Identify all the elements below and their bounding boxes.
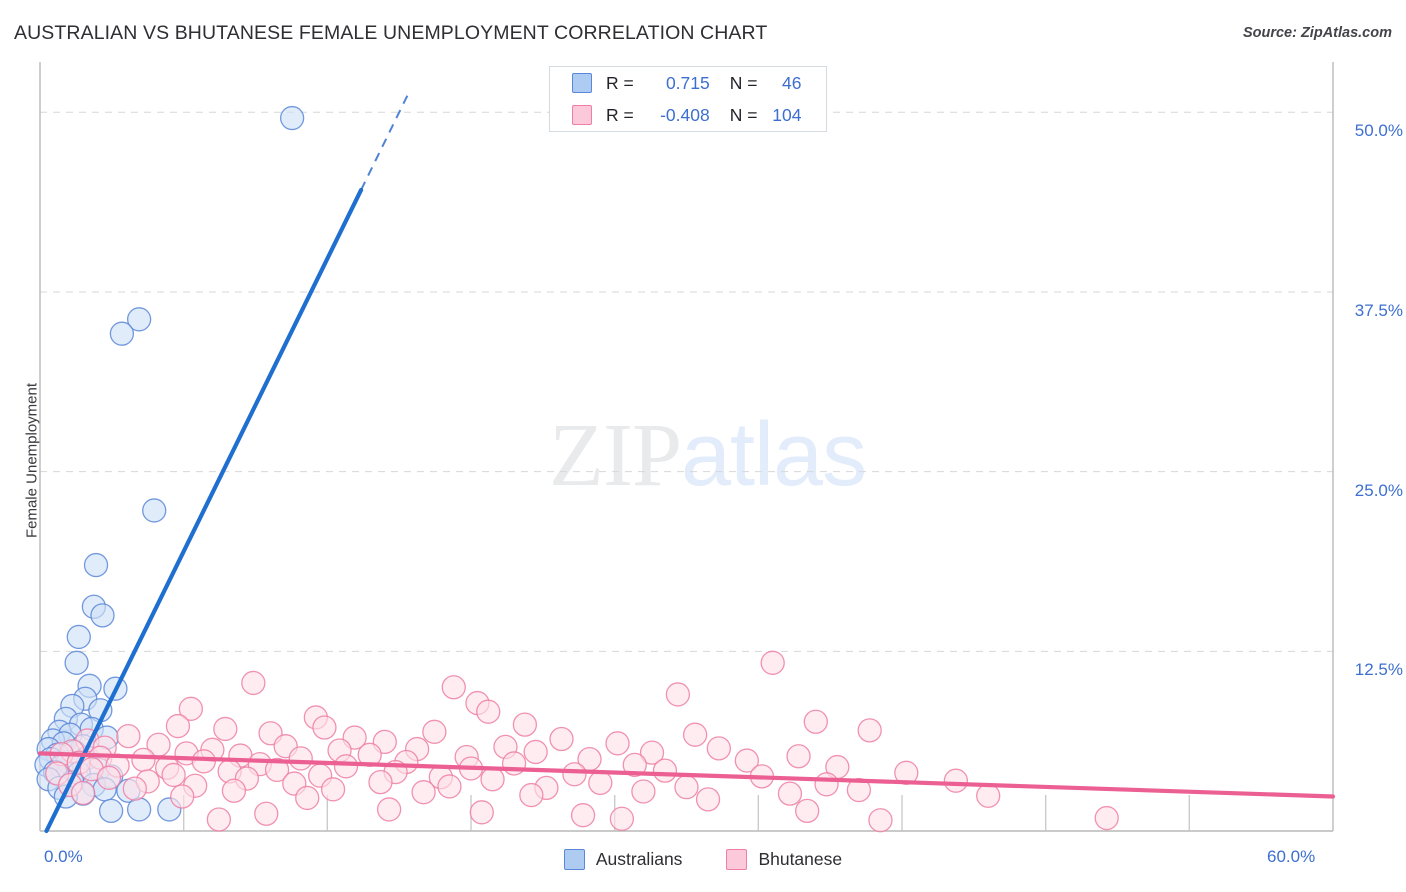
data-point[interactable]	[122, 776, 147, 801]
stats-n-value-australians: 46	[782, 72, 802, 93]
y-axis-tick-label-3: 50.0%	[1354, 121, 1403, 141]
data-point[interactable]	[254, 801, 279, 826]
data-point[interactable]	[786, 744, 811, 769]
data-point[interactable]	[803, 709, 828, 734]
stats-swatch-australians	[572, 73, 592, 93]
data-point[interactable]	[411, 780, 436, 805]
data-point[interactable]	[476, 699, 501, 724]
y-axis-tick-label-0: 12.5%	[1354, 660, 1403, 680]
data-point[interactable]	[312, 715, 337, 740]
data-point[interactable]	[126, 797, 152, 822]
data-point[interactable]	[376, 797, 402, 822]
data-point[interactable]	[221, 778, 247, 803]
data-point[interactable]	[469, 800, 494, 825]
data-point[interactable]	[549, 726, 574, 752]
data-point[interactable]	[1094, 805, 1119, 831]
stats-n-label-australians: N =	[729, 72, 758, 93]
y-axis-tick-label-2: 37.5%	[1354, 300, 1403, 320]
data-point[interactable]	[368, 769, 393, 795]
correlation-stats-box: R = 0.715 N = 46 R = -0.408 N = 104	[549, 66, 827, 132]
data-point[interactable]	[777, 781, 803, 806]
series-australians	[34, 105, 305, 824]
data-point[interactable]	[519, 782, 544, 808]
data-point[interactable]	[83, 552, 109, 578]
data-point[interactable]	[142, 498, 167, 523]
data-point[interactable]	[570, 803, 596, 828]
stats-row-bhutanese: R = -0.408 N = 104	[550, 99, 826, 131]
data-point[interactable]	[288, 746, 313, 771]
data-point[interactable]	[631, 779, 656, 804]
data-point[interactable]	[213, 716, 238, 742]
data-point[interactable]	[523, 739, 548, 765]
data-point[interactable]	[868, 808, 893, 833]
y-axis-tick-label-1: 25.0%	[1354, 480, 1403, 500]
data-point[interactable]	[512, 712, 538, 737]
data-point[interactable]	[695, 787, 721, 812]
data-point[interactable]	[480, 767, 505, 792]
data-point[interactable]	[206, 807, 232, 832]
data-point[interactable]	[422, 719, 447, 744]
data-point[interactable]	[131, 747, 156, 772]
data-point[interactable]	[333, 754, 359, 779]
data-point[interactable]	[814, 772, 839, 797]
trendline-extension	[360, 90, 411, 191]
data-point[interactable]	[98, 798, 124, 824]
data-point[interactable]	[760, 650, 785, 675]
data-point[interactable]	[652, 758, 678, 783]
data-point[interactable]	[605, 731, 630, 756]
data-point[interactable]	[320, 777, 346, 802]
stats-r-label-bhutanese: R =	[606, 104, 634, 125]
data-point[interactable]	[857, 718, 882, 743]
legend-swatch-australians	[563, 849, 585, 870]
legend-item-australians[interactable]: Australians	[563, 849, 683, 870]
data-point[interactable]	[70, 780, 96, 806]
data-point[interactable]	[90, 603, 115, 628]
data-point[interactable]	[191, 749, 216, 774]
data-point[interactable]	[437, 774, 462, 799]
stats-r-value-bhutanese: -0.408	[660, 104, 710, 125]
data-point[interactable]	[116, 723, 141, 749]
stats-row-australians: R = 0.715 N = 46	[550, 67, 826, 99]
stats-r-value-australians: 0.715	[665, 72, 710, 93]
legend-label-australians: Australians	[595, 849, 683, 869]
data-point[interactable]	[64, 650, 89, 675]
data-point[interactable]	[609, 806, 634, 831]
data-point[interactable]	[109, 321, 135, 346]
data-point[interactable]	[665, 682, 691, 707]
data-point[interactable]	[165, 713, 191, 739]
data-point[interactable]	[674, 775, 699, 800]
data-point[interactable]	[706, 736, 731, 761]
series-bhutanese	[45, 650, 1119, 833]
data-point[interactable]	[795, 798, 820, 824]
legend-item-bhutanese[interactable]: Bhutanese	[726, 849, 842, 870]
data-point[interactable]	[943, 768, 969, 793]
stats-r-label-australians: R =	[606, 72, 634, 93]
trendline-australians	[44, 187, 364, 834]
correlation-chart: AUSTRALIAN VS BHUTANESE FEMALE UNEMPLOYM…	[0, 0, 1406, 892]
data-point[interactable]	[295, 785, 320, 811]
data-point[interactable]	[562, 762, 587, 787]
scatter-plot-area	[34, 62, 1336, 834]
data-point[interactable]	[976, 783, 1001, 808]
stats-n-label-bhutanese: N =	[729, 104, 758, 125]
data-point[interactable]	[170, 784, 195, 809]
data-point[interactable]	[588, 770, 613, 795]
data-point[interactable]	[66, 624, 91, 650]
data-point[interactable]	[161, 762, 186, 788]
data-point[interactable]	[279, 105, 305, 131]
legend-swatch-bhutanese	[726, 849, 748, 870]
stats-swatch-bhutanese	[572, 105, 592, 125]
chart-legend: Australians Bhutanese	[0, 849, 1406, 870]
legend-label-bhutanese: Bhutanese	[758, 849, 843, 869]
data-point[interactable]	[96, 765, 122, 790]
data-point[interactable]	[441, 675, 466, 700]
data-point[interactable]	[682, 722, 708, 747]
data-point[interactable]	[241, 670, 266, 696]
stats-n-value-bhutanese: 104	[772, 104, 802, 125]
